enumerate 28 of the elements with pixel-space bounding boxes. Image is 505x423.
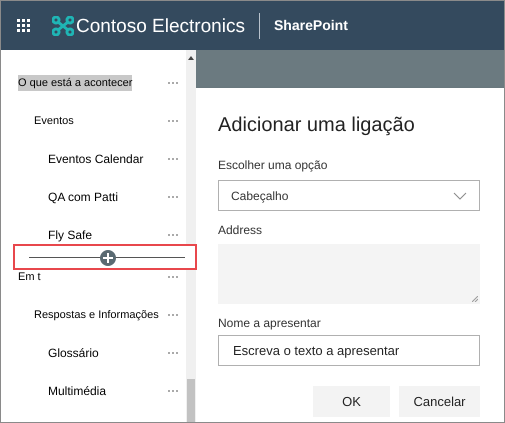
nav-link[interactable]: Eventos Calendar bbox=[48, 150, 144, 168]
scroll-up-icon[interactable] bbox=[188, 56, 194, 60]
nav-link[interactable]: Glossário bbox=[48, 344, 99, 362]
name-input-field[interactable]: Escreva o texto a apresentar bbox=[218, 335, 480, 366]
site-title[interactable]: Contoso Electronics bbox=[76, 13, 245, 42]
cancel-button[interactable]: Cancelar bbox=[399, 386, 480, 417]
nav-link[interactable]: Multimédia bbox=[48, 382, 106, 400]
app-launcher-icon[interactable] bbox=[17, 19, 30, 32]
ok-button[interactable]: OK bbox=[313, 386, 390, 417]
plus-circle-icon[interactable] bbox=[100, 250, 116, 266]
scrollbar[interactable] bbox=[186, 50, 196, 422]
dialog-title: Adicionar uma ligação bbox=[218, 113, 416, 138]
field-label: Address bbox=[218, 222, 264, 239]
drone-logo-icon bbox=[52, 16, 74, 36]
nav-link[interactable]: Em t bbox=[18, 268, 41, 286]
field-label: Nome a apresentar bbox=[218, 315, 322, 332]
nav-link[interactable]: QA com Patti bbox=[48, 188, 118, 206]
chevron-down-icon bbox=[453, 192, 467, 200]
scroll-thumb[interactable] bbox=[187, 379, 195, 422]
nav-link[interactable]: O que está a acontecer bbox=[18, 74, 132, 92]
app-name[interactable]: SharePoint bbox=[274, 15, 348, 36]
field-label: Escolher uma opção bbox=[218, 157, 328, 174]
nav-link[interactable]: Eventos bbox=[34, 112, 74, 130]
address-field[interactable] bbox=[218, 244, 480, 304]
nav-link[interactable]: Fly Safe bbox=[48, 226, 92, 244]
nav-link[interactable]: Respostas e Informações bbox=[34, 306, 159, 324]
resize-grip-icon bbox=[472, 296, 478, 302]
option-dropdown[interactable]: Cabeçalho bbox=[218, 180, 480, 211]
